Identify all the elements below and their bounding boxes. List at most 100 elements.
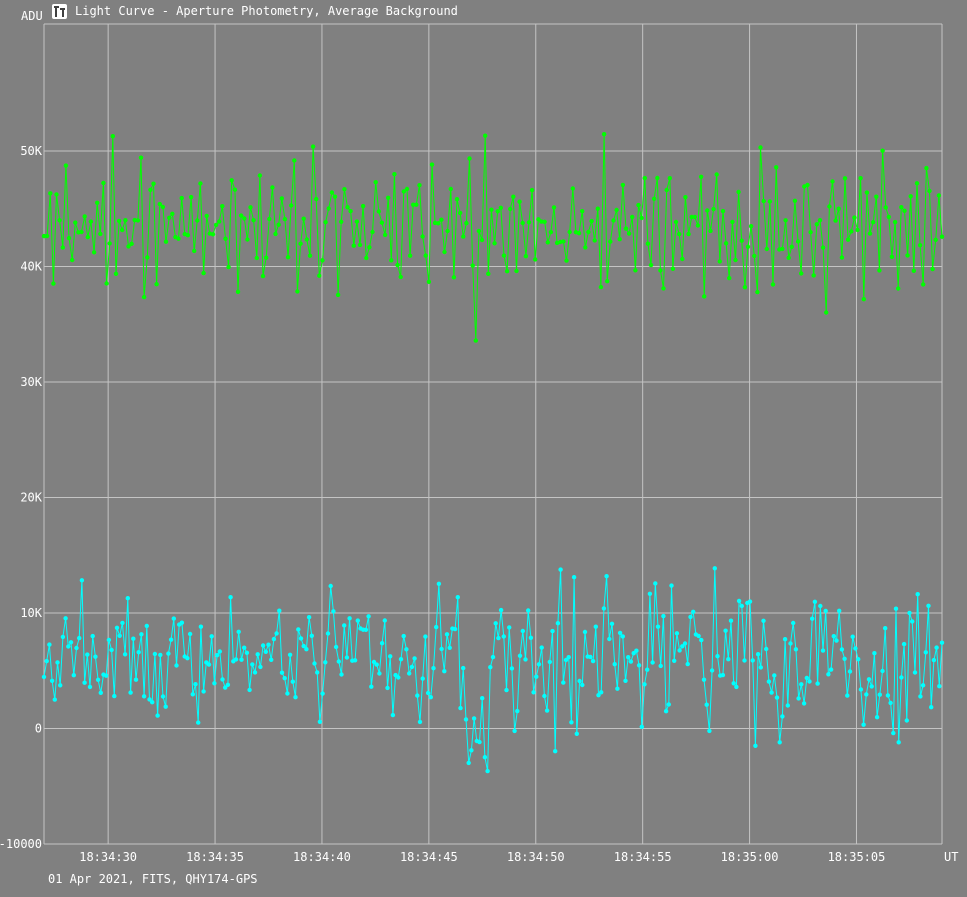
data-point [633,268,638,273]
data-point [385,685,390,691]
data-point [805,182,810,188]
data-point [154,282,159,287]
data-point [623,226,629,231]
data-point [914,181,920,186]
data-point [331,609,336,614]
data-point [271,636,277,642]
data-point [282,217,288,222]
data-point [647,591,653,596]
data-point [473,338,478,343]
data-point [720,208,726,214]
data-point [864,692,869,697]
plot-tick-labels: -10000 0 10K 20K 30K 40K 50K 18:34:30 18:34:35 18… [0,9,958,864]
data-point [858,687,864,692]
data-point [839,647,845,652]
data-point [523,657,528,662]
data-point [626,655,631,660]
data-point [251,218,256,223]
data-point [110,134,116,139]
data-point [426,279,432,284]
data-point [577,678,582,684]
data-point [731,681,736,686]
data-point [79,578,85,583]
data-point [834,638,839,643]
data-point [489,207,494,212]
data-point [833,218,838,223]
x-tick-label: 18:34:40 [293,850,351,864]
data-point [212,681,217,686]
data-point [908,194,913,199]
data-point [490,654,496,660]
data-point [912,670,918,675]
data-point [398,274,403,280]
data-point [767,199,773,204]
data-point [206,662,212,667]
data-point [317,273,322,278]
data-point [688,614,693,620]
data-point [939,640,945,645]
data-point [891,730,896,736]
data-point [933,237,938,242]
data-point [734,684,739,690]
x-tick-label: 18:35:00 [721,850,779,864]
data-point [179,620,185,625]
data-point [715,654,720,659]
data-point [512,728,517,734]
data-point [171,616,176,621]
data-point [48,191,53,196]
data-point [423,634,428,639]
data-point [407,253,413,258]
x-tick-label: 18:34:45 [400,850,458,864]
data-point [122,652,128,657]
data-point [788,641,793,646]
data-point [811,273,816,278]
data-point [893,606,899,611]
data-point [170,211,175,216]
data-point [398,657,404,662]
data-point [617,237,622,242]
data-point [217,649,222,654]
light-curve-app-icon[interactable] [52,4,67,19]
data-point [329,190,335,195]
data-point [580,209,585,214]
data-point [820,245,826,250]
data-point [669,583,674,588]
data-point [599,690,604,695]
data-point [242,645,247,650]
data-point [457,210,463,216]
data-point [534,674,539,679]
data-point [439,646,444,652]
data-point [277,608,282,613]
data-point [374,662,379,667]
data-point [276,222,281,227]
data-point [852,215,857,220]
data-point [820,648,826,653]
data-point [661,613,666,619]
data-point [298,241,303,246]
data-point [339,219,344,224]
data-point [141,294,147,300]
data-point [752,253,757,259]
data-point [95,200,100,205]
data-point [515,708,520,714]
data-point [93,654,98,659]
data-point [650,660,655,665]
data-point [452,626,458,632]
data-point [905,253,910,258]
data-point [614,207,619,213]
data-point [179,195,184,201]
data-point [104,673,109,678]
data-point [814,222,819,227]
data-point [707,728,712,734]
data-point [708,228,713,234]
data-point [144,623,149,629]
data-point [131,636,136,641]
data-point [636,663,642,668]
data-point [320,691,325,696]
data-point [90,633,95,639]
data-point [736,189,741,195]
data-point [939,234,945,239]
data-point [663,709,669,714]
data-point [445,228,450,234]
data-point [701,677,707,682]
